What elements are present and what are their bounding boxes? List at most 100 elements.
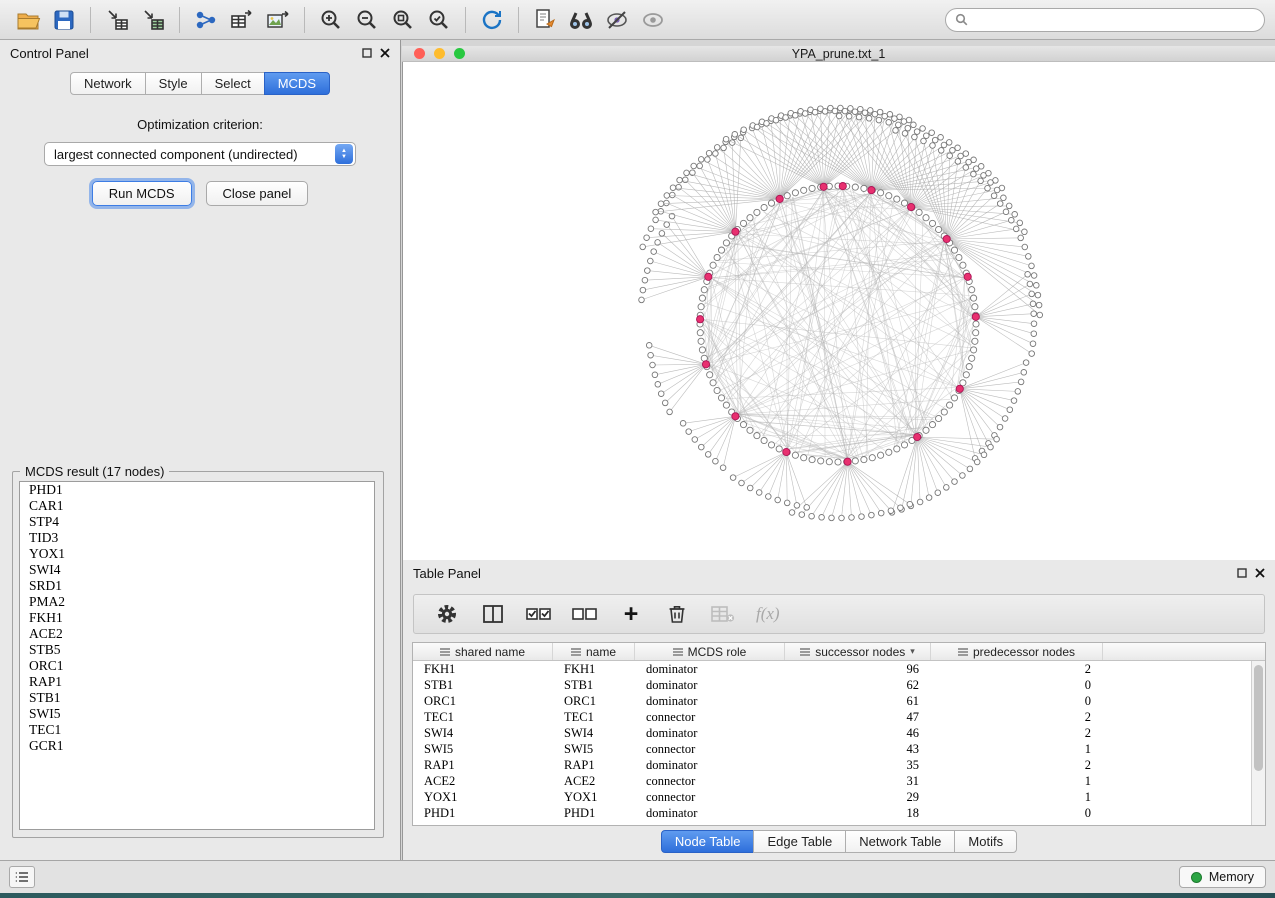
close-panel-icon[interactable] (1255, 568, 1265, 578)
run-mcds-button[interactable]: Run MCDS (92, 181, 192, 206)
mcds-result-item[interactable]: GCR1 (20, 738, 374, 754)
mcds-result-item[interactable]: RAP1 (20, 674, 374, 690)
tab-node-table[interactable]: Node Table (661, 830, 755, 853)
mcds-result-item[interactable]: FKH1 (20, 610, 374, 626)
close-panel-button[interactable]: Close panel (206, 181, 309, 206)
show-hide-icon[interactable] (635, 4, 671, 36)
mcds-result-item[interactable]: ACE2 (20, 626, 374, 642)
mcds-result-item[interactable]: SRD1 (20, 578, 374, 594)
column-header[interactable]: name (553, 643, 635, 660)
toolbar-separator (465, 7, 466, 33)
tab-edge-table[interactable]: Edge Table (753, 830, 846, 853)
column-header[interactable]: MCDS role (635, 643, 785, 660)
table-row[interactable]: PHD1PHD1dominator180 (413, 805, 1251, 821)
mcds-result-item[interactable]: CAR1 (20, 498, 374, 514)
add-column-icon[interactable]: + (618, 601, 644, 627)
mcds-result-item[interactable]: PHD1 (20, 482, 374, 498)
open-folder-icon[interactable] (10, 4, 46, 36)
task-history-icon[interactable] (9, 866, 35, 888)
column-header[interactable]: predecessor nodes (931, 643, 1103, 660)
table-cell: connector (635, 709, 785, 725)
close-panel-icon[interactable] (380, 48, 390, 58)
zoom-fit-icon[interactable] (385, 4, 421, 36)
table-cell: connector (635, 773, 785, 789)
table-row[interactable]: ORC1ORC1dominator610 (413, 693, 1251, 709)
table-cell: dominator (635, 693, 785, 709)
tab-motifs[interactable]: Motifs (954, 830, 1017, 853)
table-row[interactable]: ACE2ACE2connector311 (413, 773, 1251, 789)
tab-network[interactable]: Network (70, 72, 146, 95)
zoom-out-icon[interactable] (349, 4, 385, 36)
refresh-icon[interactable] (474, 4, 510, 36)
share-document-icon[interactable] (527, 4, 563, 36)
float-panel-icon[interactable] (362, 48, 372, 58)
deselect-all-rows-icon[interactable] (572, 601, 598, 627)
show-columns-icon[interactable] (480, 601, 506, 627)
export-table-icon[interactable] (224, 4, 260, 36)
save-icon[interactable] (46, 4, 82, 36)
mcds-result-item[interactable]: ORC1 (20, 658, 374, 674)
column-menu-chevron-icon[interactable]: ▾ (910, 646, 915, 657)
search-network-icon[interactable] (563, 4, 599, 36)
network-window-titlebar[interactable]: YPA_prune.txt_1 (402, 46, 1275, 62)
mcds-result-item[interactable]: TID3 (20, 530, 374, 546)
tab-style[interactable]: Style (145, 72, 202, 95)
zoom-selected-icon[interactable] (421, 4, 457, 36)
table-cell: connector (635, 741, 785, 757)
select-all-rows-icon[interactable] (526, 601, 552, 627)
tab-network-table[interactable]: Network Table (845, 830, 955, 853)
table-cell: dominator (635, 725, 785, 741)
table-row[interactable]: RAP1RAP1dominator352 (413, 757, 1251, 773)
tab-mcds[interactable]: MCDS (264, 72, 330, 95)
table-cell: 2 (931, 725, 1103, 741)
column-header[interactable]: successor nodes▾ (785, 643, 931, 660)
table-row[interactable]: YOX1YOX1connector291 (413, 789, 1251, 805)
table-settings-gear-icon[interactable] (434, 601, 460, 627)
mcds-result-list[interactable]: PHD1CAR1STP4TID3YOX1SWI4SRD1PMA2FKH1ACE2… (19, 481, 375, 830)
mcds-result-item[interactable]: PMA2 (20, 594, 374, 610)
control-panel-title: Control Panel (10, 46, 89, 61)
float-panel-icon[interactable] (1237, 568, 1247, 578)
table-vertical-scrollbar[interactable] (1251, 661, 1265, 825)
mcds-result-item[interactable]: YOX1 (20, 546, 374, 562)
import-network-file-icon[interactable] (99, 4, 135, 36)
main-toolbar (0, 0, 1275, 40)
table-tabs: Node TableEdge TableNetwork TableMotifs (403, 830, 1275, 853)
table-cell: 0 (931, 805, 1103, 821)
scrollbar-thumb[interactable] (1254, 665, 1263, 771)
export-image-icon[interactable] (260, 4, 296, 36)
table-cell: 1 (931, 789, 1103, 805)
table-row[interactable]: FKH1FKH1dominator962 (413, 661, 1251, 677)
mcds-result-item[interactable]: SWI5 (20, 706, 374, 722)
table-cell: 31 (785, 773, 931, 789)
hide-style-icon[interactable] (599, 4, 635, 36)
mcds-result-item[interactable]: TEC1 (20, 722, 374, 738)
table-row[interactable]: TEC1TEC1connector472 (413, 709, 1251, 725)
mcds-result-item[interactable]: SWI4 (20, 562, 374, 578)
optimization-criterion-dropdown[interactable]: largest connected component (undirected)… (44, 142, 356, 166)
network-canvas[interactable] (402, 62, 1275, 560)
delete-column-icon[interactable] (664, 601, 690, 627)
mcds-result-item[interactable]: STP4 (20, 514, 374, 530)
zoom-in-icon[interactable] (313, 4, 349, 36)
import-table-file-icon[interactable] (135, 4, 171, 36)
table-cell: 2 (931, 661, 1103, 677)
mcds-result-item[interactable]: STB1 (20, 690, 374, 706)
control-panel-tabs: NetworkStyleSelectMCDS (0, 72, 400, 95)
table-row[interactable]: STB1STB1dominator620 (413, 677, 1251, 693)
mcds-result-item[interactable]: STB5 (20, 642, 374, 658)
table-row[interactable]: SWI5SWI5connector431 (413, 741, 1251, 757)
table-cell: STB1 (413, 677, 553, 693)
search-field[interactable] (945, 8, 1265, 32)
table-cell: 1 (931, 773, 1103, 789)
tab-select[interactable]: Select (201, 72, 265, 95)
table-row[interactable]: SWI4SWI4dominator462 (413, 725, 1251, 741)
column-sort-icon (800, 647, 810, 657)
search-input[interactable] (974, 13, 1255, 27)
node-table[interactable]: shared namenameMCDS rolesuccessor nodes▾… (412, 642, 1266, 826)
network-graph[interactable] (403, 62, 1275, 560)
column-header[interactable]: shared name (413, 643, 553, 660)
network-window-title: YPA_prune.txt_1 (402, 47, 1275, 61)
export-network-icon[interactable] (188, 4, 224, 36)
memory-button[interactable]: Memory (1179, 866, 1266, 888)
